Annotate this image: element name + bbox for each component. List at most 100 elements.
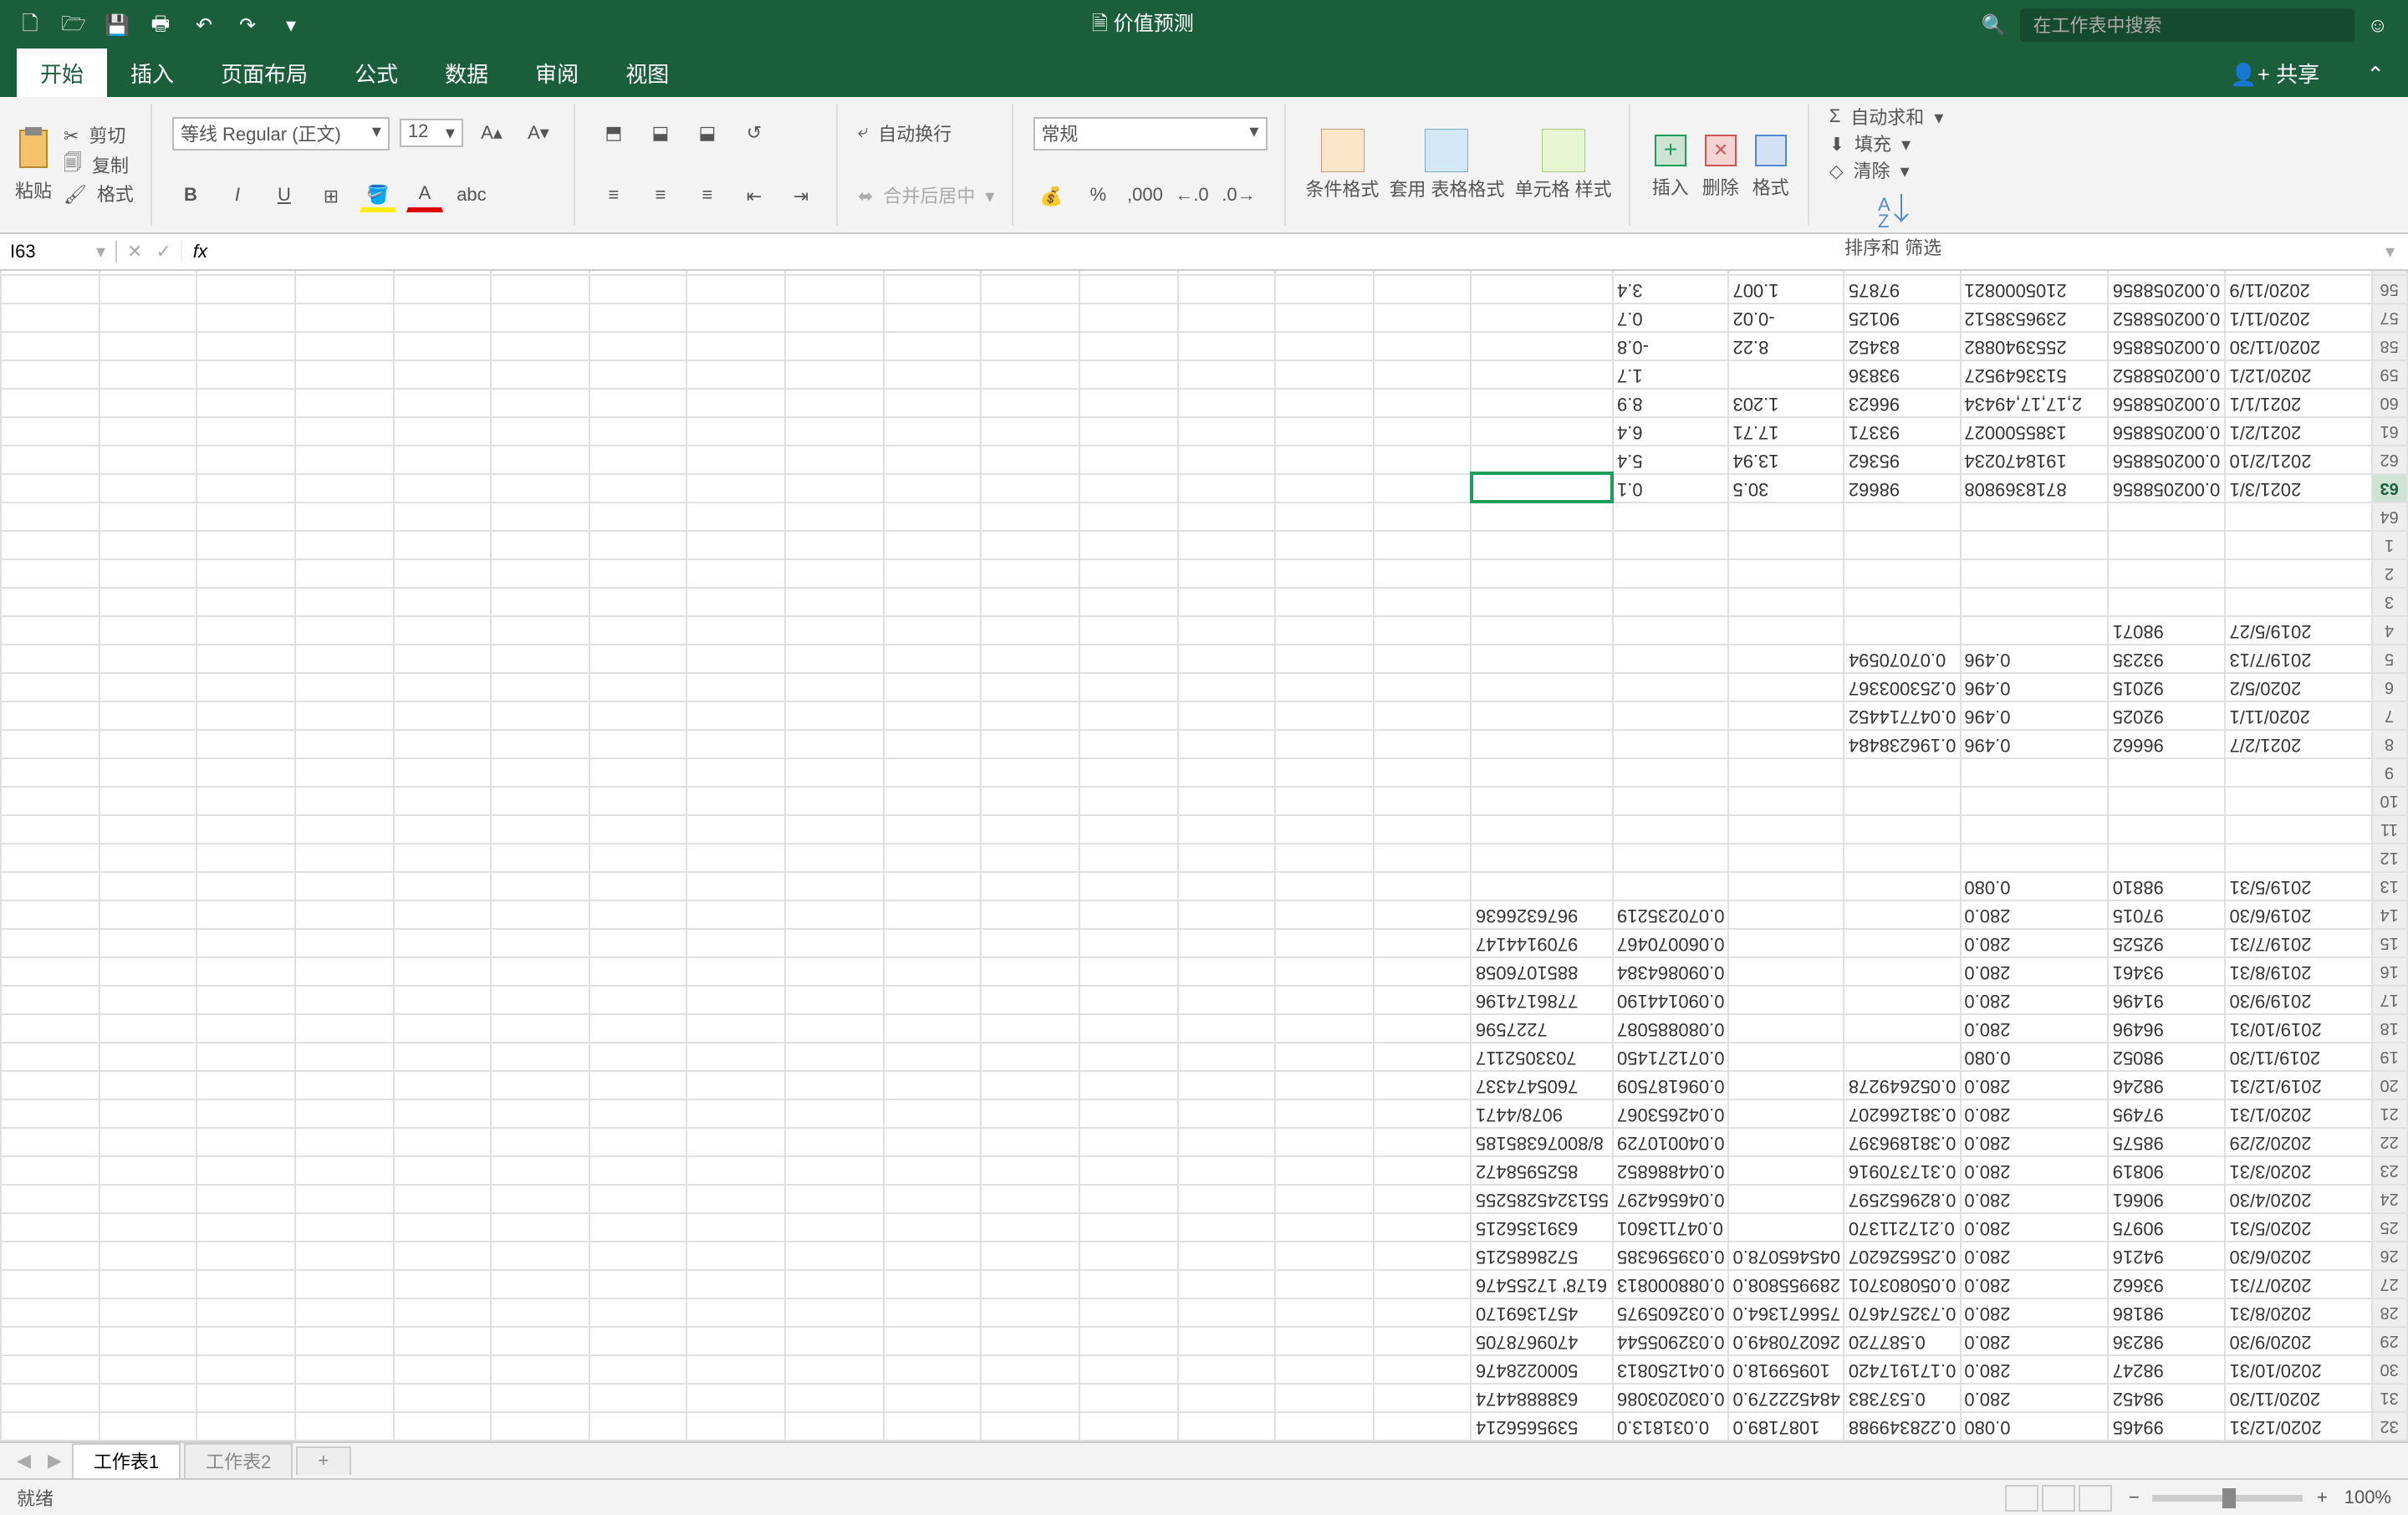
cell[interactable]: 1918470234 [1960,446,2108,474]
cell[interactable] [982,730,1079,758]
cell[interactable]: 2,13,564297 [1960,271,2108,275]
cell[interactable] [295,1327,393,1355]
cell[interactable] [1,446,99,474]
cell[interactable] [1472,304,1613,332]
cell[interactable]: 98186 [2109,1298,2226,1327]
cell[interactable] [1079,1384,1177,1412]
cell[interactable] [883,929,981,957]
cell[interactable]: 8.22 [1728,332,1844,360]
cell[interactable] [393,531,491,559]
cell[interactable] [1728,929,1844,957]
cell[interactable] [1728,1128,1844,1156]
cell[interactable]: -0.8 [1613,332,1728,360]
cell[interactable]: 7227596 [1472,1014,1613,1043]
tab-layout[interactable]: 页面布局 [197,48,331,97]
cell[interactable] [687,446,785,474]
cell[interactable] [2226,758,2372,787]
cell[interactable]: 0.032905544 [1613,1327,1728,1355]
cell[interactable] [1177,531,1275,559]
cell[interactable] [1374,1043,1472,1071]
cell[interactable] [1177,1185,1275,1213]
cell[interactable] [99,332,196,360]
cell[interactable] [1079,1242,1177,1270]
cell[interactable] [1374,1384,1472,1412]
cell[interactable] [589,787,687,815]
cell[interactable] [687,1355,785,1384]
row-header[interactable]: 2 [2371,559,2407,588]
cell[interactable] [1,502,99,531]
cell[interactable] [1,1355,99,1384]
cell[interactable]: 0.080 [1960,1412,2108,1441]
clear-button[interactable]: ◇ 清除 ▾ [1829,157,1944,184]
cell[interactable] [1079,730,1177,758]
cell[interactable] [1177,758,1275,787]
row-header[interactable]: 5 [2371,645,2407,673]
cell[interactable] [785,1099,883,1128]
cell[interactable] [99,673,196,701]
cell[interactable] [1844,815,1960,844]
cell[interactable]: 0.047714452 [1844,701,1960,730]
cell[interactable] [1079,474,1177,502]
cell[interactable] [491,389,589,417]
cell[interactable] [982,1128,1079,1156]
cell[interactable] [491,872,589,900]
cell[interactable] [2226,588,2372,616]
cell[interactable] [1472,360,1613,389]
cell[interactable] [982,559,1079,588]
cell[interactable] [785,701,883,730]
cell[interactable]: 5395656214 [1472,1412,1613,1441]
decimal-decrease-icon[interactable]: .0→ [1220,180,1257,213]
cell[interactable] [687,1412,785,1441]
cell[interactable] [99,275,196,304]
cell[interactable] [785,645,883,673]
cell[interactable] [1275,474,1373,502]
cell[interactable]: 0.096187509 [1613,1071,1728,1099]
cell[interactable] [785,1185,883,1213]
cell[interactable] [491,502,589,531]
cell[interactable] [491,986,589,1014]
cell[interactable] [1079,531,1177,559]
cell[interactable] [687,502,785,531]
cell[interactable] [393,929,491,957]
cell[interactable] [589,389,687,417]
cell[interactable] [295,446,393,474]
cell[interactable] [393,986,491,1014]
cell[interactable] [1960,588,2108,616]
cell[interactable] [1374,502,1472,531]
cell[interactable] [1844,1014,1960,1043]
cell[interactable] [1472,446,1613,474]
cell[interactable] [1177,1327,1275,1355]
italic-button[interactable]: I [219,180,256,213]
cell[interactable]: 0.256526207 [1844,1242,1960,1270]
cell[interactable]: 2021/2/10 [2226,446,2372,474]
cell[interactable] [393,502,491,531]
cell[interactable] [2109,758,2226,787]
cell[interactable]: 13.94 [1728,446,1844,474]
cell[interactable] [1,673,99,701]
cell[interactable] [295,957,393,986]
cell[interactable] [393,1355,491,1384]
cell[interactable] [1374,1156,1472,1185]
cell[interactable] [883,559,981,588]
cell[interactable] [1,957,99,986]
cell[interactable] [687,1156,785,1185]
cell[interactable] [1275,1270,1373,1298]
cell[interactable]: 30.5 [1728,474,1844,502]
cell[interactable] [1079,645,1177,673]
row-header[interactable]: 12 [2371,844,2407,872]
cell[interactable] [982,1384,1079,1412]
qat-dropdown-icon[interactable]: ▾ [278,12,304,38]
cell[interactable] [1613,588,1728,616]
cell[interactable] [393,1270,491,1298]
sheet-nav-prev-icon[interactable]: ◀ [10,1450,38,1472]
cell[interactable] [883,986,981,1014]
cell[interactable] [1079,758,1177,787]
cell[interactable] [589,332,687,360]
cell[interactable] [982,616,1079,645]
format-painter-button[interactable]: 🖌 格式 [64,181,134,207]
cell[interactable]: 8525958472 [1472,1156,1613,1185]
cell[interactable] [589,1213,687,1242]
cell[interactable] [1177,304,1275,332]
cell[interactable] [393,1156,491,1185]
cell[interactable] [1960,559,2108,588]
